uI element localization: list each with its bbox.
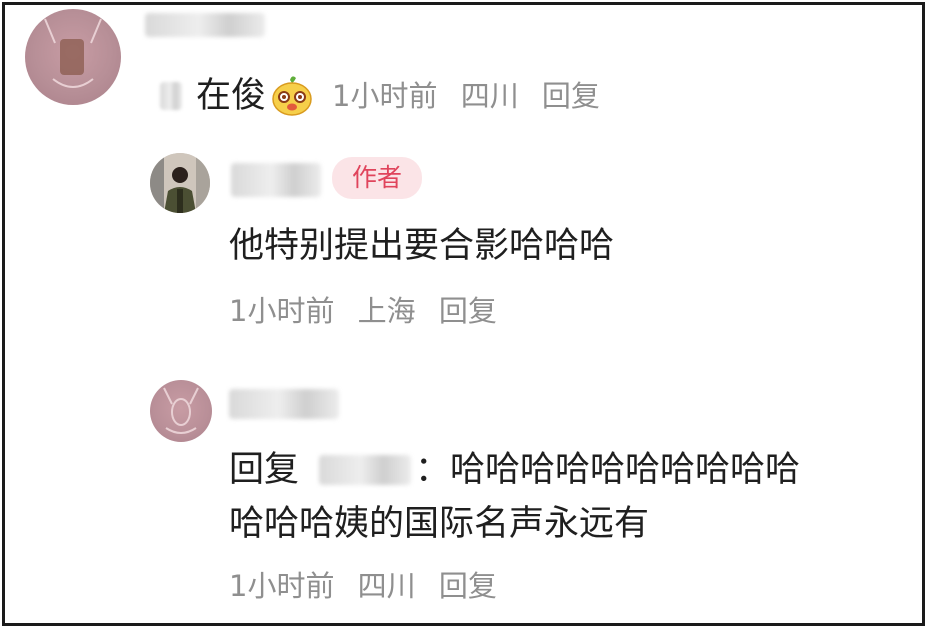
reply-button[interactable]: 回复 (439, 294, 497, 328)
username-blurred (145, 13, 265, 37)
author-avatar-image (150, 153, 210, 213)
comment-3-text-line-1: 哈哈哈哈哈哈哈哈哈哈 (450, 450, 801, 490)
location: 上海 (357, 294, 416, 328)
avatar-image (44, 18, 102, 88)
comment-3-text: 回复 ： 哈哈哈哈哈哈哈哈哈哈 哈哈哈姨的国际名声永远有 (229, 443, 800, 551)
reply-colon: ： (415, 450, 451, 490)
comment-3-line-1: 回复 ： 哈哈哈哈哈哈哈哈哈哈 (229, 443, 800, 497)
avatar[interactable] (25, 9, 121, 105)
author-name-blurred (231, 163, 321, 197)
location: 四川 (460, 79, 519, 113)
reply-button[interactable]: 回复 (439, 569, 497, 603)
comment-2-text: 他特别提出要合影哈哈哈 (229, 226, 615, 266)
comment-3-text-line-2: 哈哈哈姨的国际名声永远有 (229, 504, 650, 544)
comment-1-header: 在俊 1小时前 四川 回复 (160, 71, 614, 121)
reply-button[interactable]: 回复 (542, 79, 600, 113)
avatar[interactable] (150, 380, 212, 442)
avatar-image (163, 387, 199, 434)
username-blurred (229, 389, 339, 419)
author-badge: 作者 (332, 157, 423, 199)
reply-prefix: 回复 (229, 450, 300, 490)
cartoon-face-icon (270, 74, 314, 118)
comment-1-meta: 1小时前 四川 回复 (332, 78, 614, 114)
username-blurred-prefix (160, 82, 182, 110)
timestamp: 1小时前 (229, 569, 335, 603)
comment-2-meta: 1小时前 上海 回复 (229, 293, 511, 329)
timestamp: 1小时前 (332, 79, 438, 113)
location: 四川 (357, 569, 416, 603)
comment-thread: 在俊 1小时前 四川 回复 作者 他特别提出要合影哈哈哈 1小时前 上海 回复 … (2, 2, 925, 626)
comment-3-meta: 1小时前 四川 回复 (229, 568, 511, 604)
reply-target-blurred (319, 455, 412, 485)
username[interactable]: 在俊 (196, 71, 266, 121)
timestamp: 1小时前 (229, 294, 335, 328)
author-avatar[interactable] (150, 153, 210, 213)
